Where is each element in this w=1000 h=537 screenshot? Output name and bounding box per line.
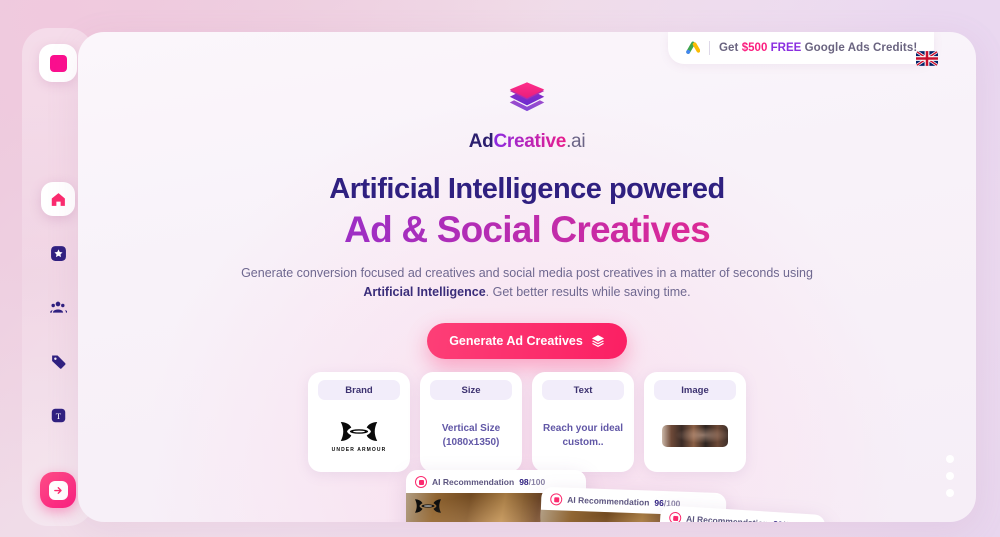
card-size-chip: Size [430, 380, 512, 400]
card-brand-body: UNDER ARMOUR [308, 400, 410, 472]
card-text-body: Reach your ideal custom.. [532, 400, 634, 472]
recommendation-header: AI Recommendation 89/100 [660, 505, 826, 522]
home-icon [51, 192, 65, 206]
brand-logo: AdCreative.ai [78, 78, 976, 153]
score-value: 89 [773, 519, 783, 522]
card-size-body: Vertical Size (1080x1350) [420, 400, 522, 472]
tag-icon [51, 355, 66, 369]
under-armour-icon [340, 422, 378, 441]
recommendation-score: 98/100 [519, 477, 545, 487]
under-armour-logo: UNDER ARMOUR [332, 419, 387, 453]
card-text-value: Reach your ideal custom.. [542, 422, 624, 449]
sidebar-item-home[interactable] [41, 182, 75, 216]
people-icon [50, 301, 67, 313]
pagination-dot[interactable] [946, 455, 954, 463]
score-denominator: /100 [782, 520, 799, 522]
headline-line-1: Artificial Intelligence powered [329, 173, 725, 205]
pagination-dot[interactable] [946, 472, 954, 480]
recommendation-label: AI Recommendation [432, 477, 515, 487]
arrow-right-icon [53, 486, 62, 494]
ai-score-badge-icon [550, 493, 563, 506]
star-icon [50, 245, 66, 261]
subtitle-part-1: Generate conversion focused ad creatives… [241, 266, 813, 280]
ai-score-badge-icon [668, 511, 682, 522]
carousel-pagination[interactable] [946, 455, 954, 497]
score-value: 98 [519, 477, 529, 487]
sidebar-nav: T [41, 182, 75, 432]
under-armour-wordmark: UNDER ARMOUR [331, 447, 387, 453]
card-brand[interactable]: Brand UNDER ARMOUR [308, 372, 410, 472]
subtitle-part-2: . Get better results while saving time. [485, 285, 691, 300]
sidebar-item-text[interactable]: T [41, 398, 75, 432]
main-panel: Get $500 FREE Google Ads Credits! AdCrea… [78, 32, 976, 522]
subtitle-bold: Artificial Intelligence [363, 285, 486, 300]
text-icon: T [51, 408, 65, 422]
card-image-chip: Image [654, 380, 736, 400]
sidebar-logo-button[interactable] [39, 44, 77, 82]
card-size[interactable]: Size Vertical Size (1080x1350) [420, 372, 522, 472]
pagination-dot[interactable] [946, 489, 954, 497]
generate-ad-creatives-button[interactable]: Generate Ad Creatives [427, 322, 627, 359]
ai-score-badge-icon [415, 476, 427, 488]
card-text[interactable]: Text Reach your ideal custom.. [532, 372, 634, 472]
sidebar-collapse-button[interactable] [40, 472, 76, 508]
headline-line-2: Ad & Social Creatives [78, 209, 976, 251]
adcreative-logo-mark [49, 54, 67, 72]
sidebar-item-starred[interactable] [41, 236, 75, 270]
card-image-body [644, 400, 746, 472]
cta-label: Generate Ad Creatives [449, 333, 583, 348]
hero-section: AdCreative.ai Artificial Intelligence po… [78, 32, 976, 359]
input-cards-row: Brand UNDER ARMOUR Size Vertical Size (1… [308, 372, 746, 472]
recommendation-label: AI Recommendation [567, 494, 650, 508]
wordmark-dotai: .ai [566, 131, 586, 152]
layers-icon [591, 334, 604, 347]
score-denominator: /100 [528, 477, 546, 487]
brand-wordmark: AdCreative.ai [469, 131, 586, 153]
svg-text:T: T [55, 411, 61, 421]
recommendation-label: AI Recommendation [685, 513, 769, 522]
recommendation-score: 89/100 [773, 519, 800, 522]
recommendation-card[interactable]: AI Recommendation 89/100 [655, 505, 826, 522]
card-brand-chip: Brand [318, 380, 400, 400]
sidebar-item-brand[interactable] [41, 344, 75, 378]
under-armour-icon [415, 499, 441, 513]
card-text-chip: Text [542, 380, 624, 400]
card-image[interactable]: Image [644, 372, 746, 472]
under-armour-overlay [413, 497, 443, 515]
wordmark-ad: Ad [468, 131, 494, 152]
hero-subtitle: Generate conversion focused ad creatives… [78, 264, 976, 303]
wordmark-creative: Creative [493, 131, 567, 152]
card-image-thumbnail [662, 425, 728, 447]
adcreative-layers-logo-icon [509, 82, 545, 112]
card-size-value: Vertical Size (1080x1350) [441, 422, 501, 449]
score-value: 96 [654, 497, 665, 509]
sidebar-item-audience[interactable] [41, 290, 75, 324]
